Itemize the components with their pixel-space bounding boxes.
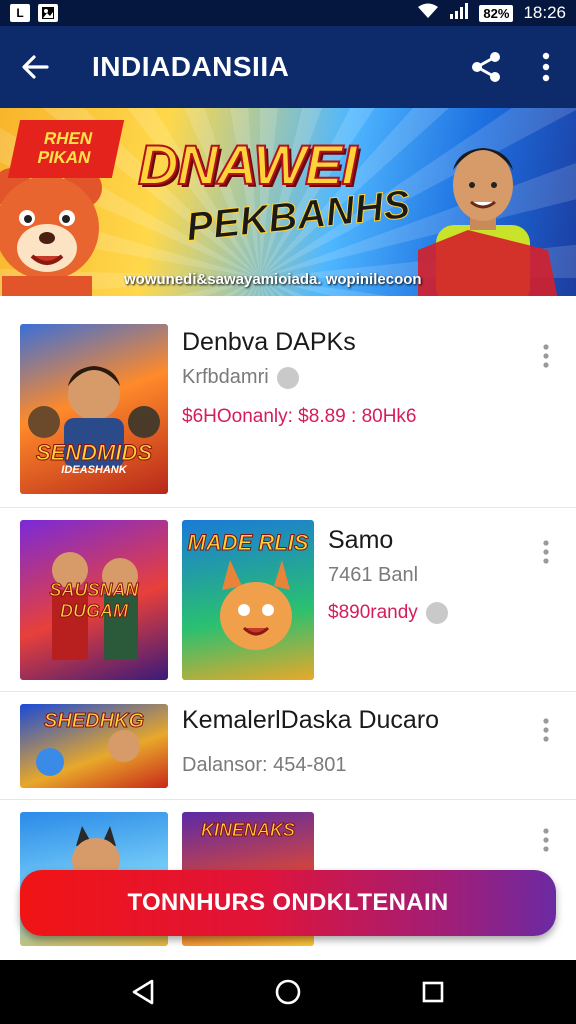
more-vert-icon <box>543 540 549 564</box>
square-recents-icon <box>423 981 444 1003</box>
status-right: 82% 18:26 <box>417 2 566 24</box>
item-menu-button[interactable] <box>534 336 558 376</box>
list-item[interactable]: SAUSNAN DUGAM MADE RLIS Samo 7461 Banl $… <box>0 508 576 692</box>
nav-recents-button[interactable] <box>403 960 463 1024</box>
item-menu-button[interactable] <box>534 820 558 860</box>
game-thumbnail[interactable]: SHEDHKG <box>20 704 168 788</box>
back-arrow-icon <box>22 55 49 79</box>
share-icon <box>472 52 500 82</box>
app-actions <box>456 26 576 108</box>
thumbnail-title: SENDMIDS <box>35 440 153 466</box>
app-title: INDIADANSIIA <box>92 51 290 82</box>
circle-home-icon <box>275 979 301 1005</box>
game-thumbnail-secondary[interactable]: MADE RLIS <box>182 520 314 680</box>
back-button[interactable] <box>0 26 70 108</box>
item-menu-button[interactable] <box>534 710 558 750</box>
developer-label: Krfbdamri <box>182 366 269 388</box>
thumbnail-title: MADE RLIS <box>187 530 309 556</box>
bear-mascot-icon <box>0 168 102 296</box>
list-item[interactable]: SENDMIDS IDEASHANK Denbva DAPKs Krfbdamr… <box>0 296 576 508</box>
notification-icon: L <box>10 4 30 22</box>
banner-title: DNAWEI <box>137 132 358 197</box>
nav-back-button[interactable] <box>113 960 173 1024</box>
thumbnail-title: SAUSNAN DUGAM <box>49 580 139 622</box>
thumbnail-title: KINENAKS <box>200 820 295 841</box>
game-price: $6HOonanly: $8.89 : 80Hk6 <box>182 406 417 427</box>
promo-banner[interactable]: RHEN PIKAN DNAWEI PEKBANHS wowunedi&sawa… <box>0 108 576 296</box>
game-price: $890randy <box>328 602 448 624</box>
banner-url: wowunedi&sawayamioiada. wopinilecoon <box>124 271 422 288</box>
clock: 18:26 <box>523 3 566 22</box>
game-title[interactable]: KemalerlDaska Ducaro <box>182 706 439 735</box>
game-thumbnail[interactable]: SAUSNAN DUGAM <box>20 520 168 680</box>
price-label: $890randy <box>328 602 418 624</box>
signal-icon <box>449 2 469 24</box>
game-developer: Dalansor: 454-801 <box>182 754 347 776</box>
wifi-icon <box>417 3 439 24</box>
nav-home-button[interactable] <box>258 960 318 1024</box>
battery-indicator: 82% <box>479 4 514 22</box>
more-vert-icon <box>543 828 549 852</box>
game-list: SENDMIDS IDEASHANK Denbva DAPKs Krfbdamr… <box>0 296 576 960</box>
item-menu-button[interactable] <box>534 532 558 572</box>
thumbnail-subtitle: IDEASHANK <box>61 464 127 476</box>
photo-icon <box>38 4 58 22</box>
info-icon <box>425 602 448 624</box>
banner-tag: RHEN PIKAN <box>7 120 125 178</box>
app-bar: INDIADANSIIA <box>0 26 576 108</box>
cta-button[interactable]: TONNHURS ONDKLTENAIN <box>20 870 556 936</box>
game-developer: Krfbdamri <box>182 366 299 389</box>
thumbnail-title: SHEDHKG <box>43 710 144 733</box>
list-item[interactable]: SHEDHKG KemalerlDaska Ducaro Dalansor: 4… <box>0 692 576 800</box>
more-options-button[interactable] <box>516 26 576 108</box>
triangle-back-icon <box>132 979 153 1005</box>
status-bar: L 82% 18:26 <box>0 0 576 26</box>
more-vert-icon <box>543 344 549 368</box>
hero-character-icon <box>418 148 558 296</box>
globe-icon <box>276 366 299 389</box>
more-vert-icon <box>542 52 550 82</box>
game-developer: 7461 Banl <box>328 564 419 586</box>
system-nav-bar <box>0 960 576 1024</box>
status-left: L <box>10 4 58 22</box>
app-screen: L 82% 18:26 INDIADANSIIA RHEN PIKAN DNAW… <box>0 0 576 1024</box>
game-thumbnail[interactable]: SENDMIDS IDEASHANK <box>20 324 168 494</box>
game-title[interactable]: Samo <box>328 526 393 555</box>
more-vert-icon <box>543 718 549 742</box>
game-title[interactable]: Denbva DAPKs <box>182 328 356 357</box>
share-button[interactable] <box>456 26 516 108</box>
